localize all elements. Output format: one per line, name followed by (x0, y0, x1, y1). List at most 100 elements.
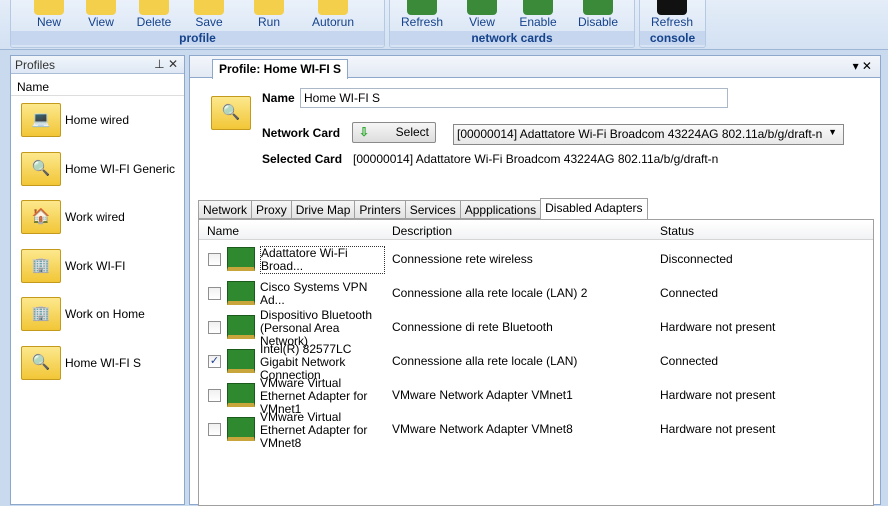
table-row[interactable]: VMware Virtual Ethernet Adapter for VMne… (199, 375, 873, 416)
tab-appplications[interactable]: Appplications (459, 200, 541, 219)
profile-label: Home WI-FI S (65, 355, 142, 370)
button-label: Delete (136, 15, 172, 29)
network-card-icon (227, 383, 255, 407)
network-card-icon (227, 315, 255, 339)
table-row[interactable]: Cisco Systems VPN Ad... Connessione alla … (199, 276, 873, 310)
button-label: Run (257, 15, 280, 29)
ribbon-button-new[interactable]: New (21, 0, 77, 29)
ribbon-button-view[interactable]: View (454, 0, 510, 29)
group-label: profile (11, 31, 384, 45)
button-label: View (88, 15, 114, 29)
pin-close-icons[interactable]: ⊥ ✕ (154, 57, 178, 71)
button-label: Refresh (650, 15, 694, 29)
ribbon-button-refresh[interactable]: Refresh (644, 0, 700, 29)
network-card-icon (227, 349, 255, 373)
adapter-name: Adattatore Wi-Fi Broad... (260, 246, 385, 274)
name-input[interactable]: Home WI-FI S (300, 88, 728, 108)
adapter-description: Connessione alla rete locale (LAN) (392, 354, 578, 368)
adapter-name: VMware Virtual Ethernet Adapter for VMne… (260, 409, 368, 450)
row-checkbox[interactable] (208, 253, 221, 266)
close-icon[interactable]: ▾ ✕ (853, 59, 872, 73)
adapter-name: Cisco Systems VPN Ad... (260, 280, 368, 307)
adapter-status: Hardware not present (660, 422, 776, 436)
house-icon: 🏠 (21, 200, 61, 234)
selected-card-value: [00000014] Adattatore Wi-Fi Broadcom 432… (353, 152, 719, 166)
col-description[interactable]: Description (392, 224, 452, 238)
ribbon-button-disable[interactable]: Disable (570, 0, 626, 29)
network-card-icon (583, 0, 613, 15)
button-label: View (469, 15, 495, 29)
column-header-name[interactable]: Name (11, 78, 184, 96)
adapter-status: Disconnected (660, 252, 733, 266)
profile-folder-icon: 🔍 (211, 96, 251, 130)
adapter-name: VMware Virtual Ethernet Adapter for VMne… (260, 375, 368, 416)
profile-item[interactable]: 💻 Home wired (21, 100, 129, 140)
button-label: Disable (577, 15, 619, 29)
row-checkbox[interactable] (208, 287, 221, 300)
group-profile: profile New View Delete Save Run Autorun (10, 0, 385, 48)
folder-icon (86, 0, 116, 15)
profiles-panel: Profiles ⊥ ✕ Name 💻 Home wired 🔍 Home WI-FI … (10, 55, 185, 505)
button-label: Autorun (311, 15, 355, 29)
table-row[interactable]: Adattatore Wi-Fi Broad... Connessione ret… (199, 242, 873, 276)
profile-document: Profile: Home WI-FI S ▾ ✕ 🔍 Name Home WI… (189, 55, 881, 506)
row-checkbox[interactable] (208, 321, 221, 334)
selected-card-label: Selected Card (262, 152, 343, 166)
profile-label: Work wired (65, 210, 125, 224)
adapter-name: Intel(R) 82577LC Gigabit Network Connect… (260, 341, 352, 382)
console-icon (657, 0, 687, 15)
ribbon-button-delete[interactable]: Delete (126, 0, 182, 29)
tab-proxy[interactable]: Proxy (251, 200, 291, 219)
network-card-icon (227, 247, 255, 271)
button-label: Enable (519, 15, 557, 29)
adapter-description: Connessione alla rete locale (LAN) 2 (392, 286, 588, 300)
select-label: Select (395, 125, 429, 139)
tab-services[interactable]: Services (404, 200, 460, 219)
col-status[interactable]: Status (660, 224, 694, 238)
document-tab[interactable]: Profile: Home WI-FI S (212, 59, 349, 79)
tab-network[interactable]: Network (198, 200, 252, 219)
group-label: network cards (390, 31, 634, 45)
group-network-cards: network cards Refresh View Enable Disable (389, 0, 635, 48)
profile-item[interactable]: 🏠 Work wired (21, 197, 125, 237)
table-row[interactable]: VMware Virtual Ethernet Adapter for VMne… (199, 409, 873, 450)
row-checkbox[interactable] (208, 389, 221, 402)
tab-printers[interactable]: Printers (354, 200, 405, 219)
adapter-name: Dispositivo Bluetooth (Personal Area Net… (260, 307, 373, 348)
row-checkbox[interactable] (208, 423, 221, 436)
button-label: New (36, 15, 61, 29)
tab-disabled-adapters[interactable]: Disabled Adapters (540, 198, 648, 219)
network-card-icon (227, 417, 255, 441)
profile-item[interactable]: 🔍 Home WI-FI S (21, 343, 141, 383)
ribbon-button-save[interactable]: Save (181, 0, 237, 29)
adapter-status: Hardware not present (660, 388, 776, 402)
profile-label: Work WI-FI (65, 258, 126, 273)
network-card-dropdown[interactable]: [00000014] Adattatore Wi-Fi Broadcom 432… (453, 124, 844, 145)
ribbon-button-view[interactable]: View (73, 0, 129, 29)
row-checkbox[interactable]: ✓ (208, 355, 221, 368)
network-card-icon (523, 0, 553, 15)
adapter-description: VMware Network Adapter VMnet8 (392, 422, 573, 436)
tab-drive-map[interactable]: Drive Map (290, 200, 355, 219)
profile-item[interactable]: 🔍 Home WI-FI Generic (21, 149, 175, 189)
table-row[interactable]: Dispositivo Bluetooth (Personal Area Net… (199, 307, 873, 348)
ribbon-button-refresh[interactable]: Refresh (394, 0, 450, 29)
ribbon-toolbar: profile New View Delete Save Run Autorun netw… (0, 0, 888, 50)
ribbon-button-run[interactable]: Run (241, 0, 297, 29)
col-name[interactable]: Name (207, 224, 239, 238)
folder-icon (139, 0, 169, 15)
panel-title: Profiles (15, 58, 56, 72)
ribbon-button-autorun[interactable]: Autorun (305, 0, 361, 29)
network-card-icon (467, 0, 497, 15)
profile-label: Home WI-FI Generic (65, 161, 176, 176)
ribbon-button-enable[interactable]: Enable (510, 0, 566, 29)
arrow-down-icon: ⇩ (359, 125, 370, 139)
magnifier-icon: 🔍 (21, 345, 61, 380)
select-button[interactable]: ⇩ Select (352, 122, 436, 143)
profile-item[interactable]: 🏢 Work on Home (21, 294, 145, 334)
folder-icon (254, 0, 284, 15)
adapter-status: Connected (660, 286, 719, 300)
profile-item[interactable]: 🏢 Work WI-FI (21, 246, 125, 286)
magnifier-icon: 🔍 (21, 151, 61, 186)
table-row[interactable]: ✓ Intel(R) 82577LC Gigabit Network Connec… (199, 341, 873, 382)
